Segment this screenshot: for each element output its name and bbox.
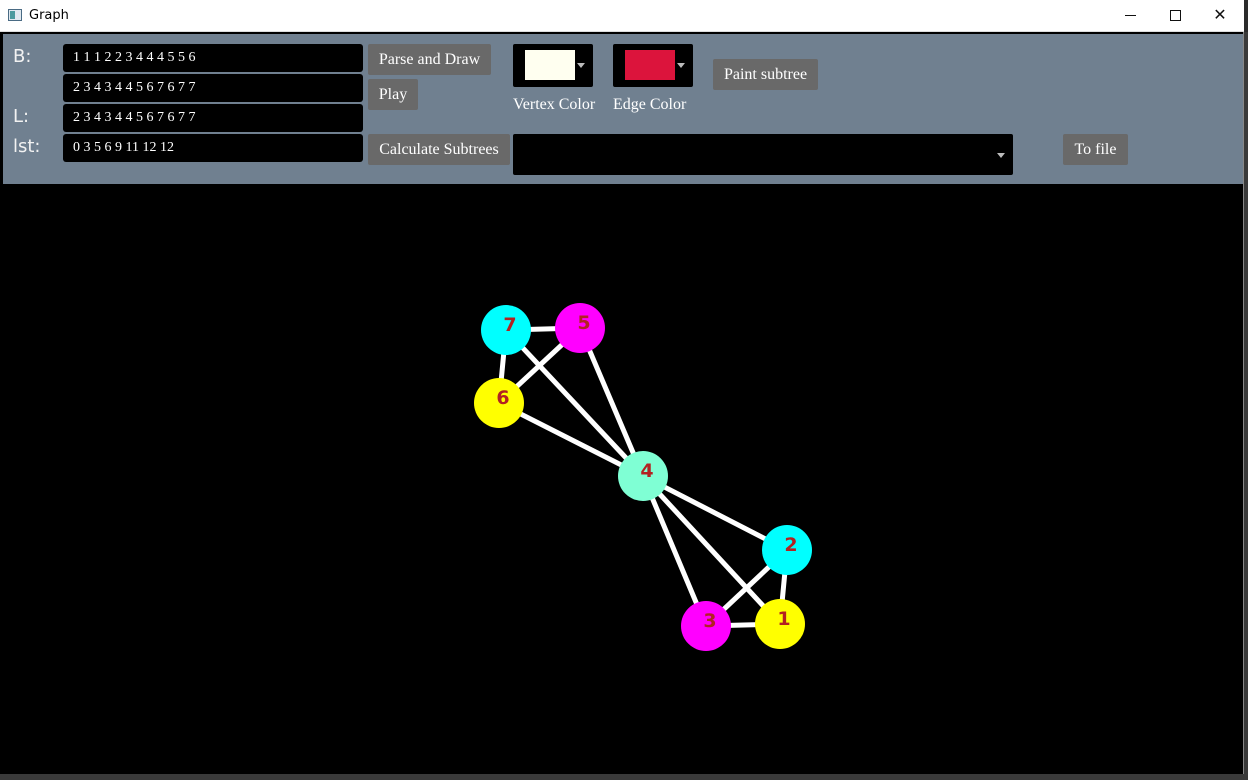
graph-canvas[interactable]: 1 2 3 4 5 6 7 bbox=[3, 184, 1243, 774]
app-window: Graph ✕ B: L: lst: 1 1 1 2 2 3 4 4 4 5 5… bbox=[0, 0, 1244, 780]
b-input[interactable]: 1 1 1 2 2 3 4 4 4 5 5 6 bbox=[63, 44, 363, 72]
close-icon: ✕ bbox=[1213, 5, 1227, 24]
vertex-label-3: 3 bbox=[703, 610, 716, 632]
label-b: B: bbox=[13, 46, 32, 67]
vertex-label-6: 6 bbox=[496, 387, 509, 409]
background-strip bbox=[1244, 32, 1248, 774]
vertex-color-swatch bbox=[525, 50, 575, 80]
chevron-down-icon bbox=[997, 153, 1005, 158]
lst-input[interactable]: 0 3 5 6 9 11 12 12 bbox=[63, 134, 363, 162]
edge-color-swatch bbox=[625, 50, 675, 80]
vertex-label-7: 7 bbox=[503, 314, 516, 336]
label-lst: lst: bbox=[13, 136, 41, 157]
label-l: L: bbox=[13, 106, 30, 127]
console-strip bbox=[0, 774, 1248, 780]
minimize-button[interactable] bbox=[1107, 0, 1153, 32]
vertex-label-1: 1 bbox=[777, 608, 790, 630]
app-icon bbox=[8, 9, 22, 21]
minimize-icon bbox=[1124, 15, 1136, 16]
edge-color-picker[interactable] bbox=[613, 44, 693, 87]
vertex-color-picker[interactable] bbox=[513, 44, 593, 87]
l-input[interactable]: 2 3 4 3 4 4 5 6 7 6 7 7 bbox=[63, 104, 363, 132]
maximize-button[interactable] bbox=[1152, 0, 1198, 32]
paint-subtree-button[interactable]: Paint subtree bbox=[713, 59, 818, 90]
to-file-button[interactable]: To file bbox=[1063, 134, 1128, 165]
graph-drawing: 1 2 3 4 5 6 7 bbox=[474, 303, 812, 651]
vertex-label-4: 4 bbox=[640, 460, 653, 482]
parse-and-draw-button[interactable]: Parse and Draw bbox=[368, 44, 491, 75]
close-button[interactable]: ✕ bbox=[1197, 0, 1243, 32]
toolbar: B: L: lst: 1 1 1 2 2 3 4 4 4 5 5 6 2 3 4… bbox=[3, 34, 1243, 184]
vertex-color-label: Vertex Color bbox=[513, 96, 596, 113]
maximize-icon bbox=[1169, 10, 1181, 21]
chevron-down-icon bbox=[577, 63, 585, 68]
window-title: Graph bbox=[29, 8, 69, 23]
calculate-subtrees-button[interactable]: Calculate Subtrees bbox=[368, 134, 510, 165]
title-bar: Graph ✕ bbox=[0, 0, 1244, 32]
subtree-select[interactable] bbox=[513, 134, 1013, 175]
vertex-label-5: 5 bbox=[577, 312, 590, 334]
play-button[interactable]: Play bbox=[368, 79, 418, 110]
vertex-label-2: 2 bbox=[784, 534, 797, 556]
b-second-input[interactable]: 2 3 4 3 4 4 5 6 7 6 7 7 bbox=[63, 74, 363, 102]
edge-color-label: Edge Color bbox=[613, 96, 687, 113]
chevron-down-icon bbox=[677, 63, 685, 68]
